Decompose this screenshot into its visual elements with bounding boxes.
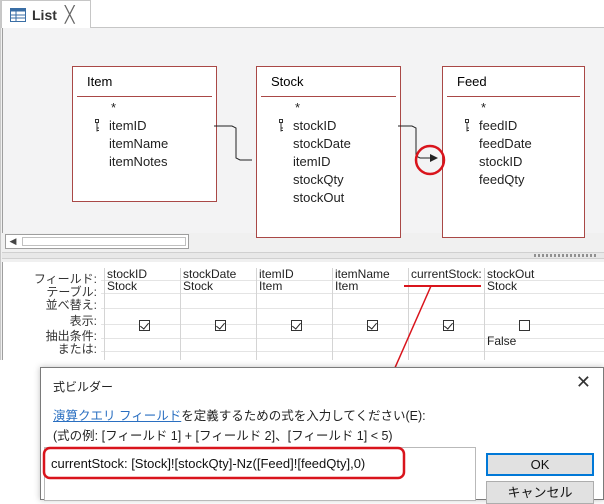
field-all[interactable]: * bbox=[73, 99, 216, 117]
field-all[interactable]: * bbox=[257, 99, 400, 117]
table-title-divider bbox=[447, 96, 580, 97]
field-item[interactable]: feedDate bbox=[443, 135, 584, 153]
query-grid: フィールド: テーブル: 並べ替え: 表示: 抽出条件: または: stockI… bbox=[2, 262, 604, 360]
instruction-text: 演算クエリ フィールドを定義するための式を入力してください(E): bbox=[53, 405, 426, 424]
table-design-area: Item * itemID itemName itemNotes Stock *… bbox=[2, 28, 604, 238]
expression-builder-dialog: 式ビルダー ✕ 演算クエリ フィールドを定義するための式を入力してください(E)… bbox=[40, 367, 604, 504]
horizontal-scrollbar[interactable]: ◀ bbox=[5, 234, 189, 249]
grid-table-cell[interactable]: Item bbox=[333, 280, 408, 292]
grid-field-cell[interactable]: stockOut bbox=[485, 268, 560, 280]
grid-column-selected[interactable]: currentStock: bbox=[408, 268, 484, 360]
field-list: * stockID stockDate itemID stockQty stoc… bbox=[257, 99, 400, 207]
field-all[interactable]: * bbox=[443, 99, 584, 117]
field-item[interactable]: itemID bbox=[73, 117, 216, 135]
primary-key-icon bbox=[465, 119, 469, 132]
field-list: * feedID feedDate stockID feedQty bbox=[443, 99, 584, 189]
scroll-left-icon[interactable]: ◀ bbox=[6, 235, 20, 248]
table-feed[interactable]: Feed * feedID feedDate stockID feedQty bbox=[442, 66, 585, 238]
document-tab-strip: List ╳ bbox=[1, 0, 604, 28]
grid-field-cell[interactable]: stockID bbox=[105, 268, 180, 280]
calculated-field-link[interactable]: 演算クエリ フィールド bbox=[53, 409, 181, 423]
show-checkbox[interactable] bbox=[519, 320, 530, 331]
primary-key-icon bbox=[279, 119, 283, 132]
show-checkbox[interactable] bbox=[215, 320, 226, 331]
scrollbar-thumb[interactable] bbox=[22, 237, 186, 246]
field-name: itemID bbox=[109, 118, 147, 133]
tab-close-icon[interactable]: ╳ bbox=[65, 5, 75, 25]
example-text: (式の例: [フィールド 1] + [フィールド 2]、[フィールド 1] < … bbox=[53, 429, 393, 443]
tab-list[interactable]: List ╳ bbox=[1, 0, 91, 28]
table-title: Feed bbox=[457, 74, 487, 89]
field-list: * itemID itemName itemNotes bbox=[73, 99, 216, 171]
grid-column[interactable]: itemID Item bbox=[256, 268, 332, 360]
field-item[interactable]: stockID bbox=[257, 117, 400, 135]
grid-table-cell[interactable]: Item bbox=[257, 280, 332, 292]
table-title-divider bbox=[77, 96, 212, 97]
field-name: feedID bbox=[479, 118, 518, 133]
grid-table-cell[interactable] bbox=[409, 280, 484, 292]
primary-key-icon bbox=[95, 119, 99, 132]
field-item[interactable]: stockOut bbox=[257, 189, 400, 207]
table-title: Item bbox=[87, 74, 113, 89]
row-label-sort: 並べ替え: bbox=[45, 298, 97, 312]
field-item[interactable]: itemNotes bbox=[73, 153, 216, 171]
field-item[interactable]: feedQty bbox=[443, 171, 584, 189]
field-item[interactable]: itemID bbox=[257, 153, 400, 171]
grid-field-cell[interactable]: itemID bbox=[257, 268, 332, 280]
field-item[interactable]: feedID bbox=[443, 117, 584, 135]
field-name: stockID bbox=[293, 118, 337, 133]
tab-label: List bbox=[32, 6, 57, 23]
show-checkbox[interactable] bbox=[443, 320, 454, 331]
table-title: Stock bbox=[271, 74, 304, 89]
field-item[interactable]: stockID bbox=[443, 153, 584, 171]
ok-button[interactable]: OK bbox=[486, 453, 594, 476]
expression-text[interactable]: currentStock: [Stock]![stockQty]-Nz([Fee… bbox=[51, 456, 365, 471]
grid-column[interactable]: stockDate Stock bbox=[180, 268, 256, 360]
show-checkbox[interactable] bbox=[367, 320, 378, 331]
grid-table-cell[interactable]: Stock bbox=[485, 280, 560, 292]
splitter-grip[interactable] bbox=[534, 254, 598, 257]
close-icon[interactable]: ✕ bbox=[576, 372, 591, 393]
dialog-title: 式ビルダー bbox=[53, 380, 114, 394]
field-item[interactable]: stockDate bbox=[257, 135, 400, 153]
instruction-rest: を定義するための式を入力してください(E): bbox=[181, 409, 426, 423]
query-icon bbox=[10, 7, 26, 22]
field-item[interactable]: itemName bbox=[73, 135, 216, 153]
show-checkbox[interactable] bbox=[291, 320, 302, 331]
query-design-window: List ╳ Item * itemID itemName itemNotes … bbox=[0, 0, 604, 360]
grid-field-cell[interactable]: stockDate bbox=[181, 268, 256, 280]
field-item[interactable]: stockQty bbox=[257, 171, 400, 189]
grid-field-cell[interactable]: itemName bbox=[333, 268, 408, 280]
table-stock[interactable]: Stock * stockID stockDate itemID stockQt… bbox=[256, 66, 401, 238]
grid-table-cell[interactable]: Stock bbox=[105, 280, 180, 292]
row-label-or: または: bbox=[57, 342, 97, 356]
grid-field-cell[interactable]: currentStock: bbox=[409, 268, 484, 280]
grid-criteria-cell[interactable]: False bbox=[487, 334, 516, 348]
table-title-divider bbox=[261, 96, 396, 97]
pane-splitter[interactable] bbox=[2, 252, 604, 259]
grid-column[interactable]: itemName Item bbox=[332, 268, 408, 360]
table-item[interactable]: Item * itemID itemName itemNotes bbox=[72, 66, 217, 202]
show-checkbox[interactable] bbox=[139, 320, 150, 331]
grid-table-cell[interactable]: Stock bbox=[181, 280, 256, 292]
grid-column[interactable]: stockOut Stock False bbox=[484, 268, 560, 360]
grid-column[interactable]: stockID Stock bbox=[104, 268, 180, 360]
cancel-button[interactable]: キャンセル bbox=[486, 481, 594, 504]
